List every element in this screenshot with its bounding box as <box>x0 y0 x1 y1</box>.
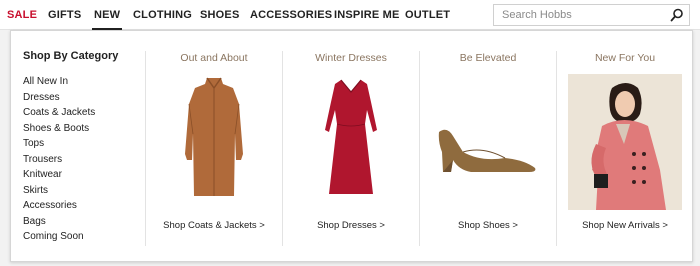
search-input[interactable] <box>494 5 664 25</box>
category-link[interactable]: Bags <box>23 214 143 230</box>
nav-new[interactable]: NEW <box>91 9 123 30</box>
category-link[interactable]: Dresses <box>23 90 143 106</box>
category-list: All New In Dresses Coats & Jackets Shoes… <box>23 74 143 245</box>
nav-shoes[interactable]: SHOES <box>200 9 240 21</box>
promo-title: Out and About <box>180 52 248 64</box>
nav-gifts[interactable]: GIFTS <box>48 9 81 21</box>
camel-coat-image[interactable] <box>179 74 249 209</box>
promo-title: Winter Dresses <box>315 52 387 64</box>
nav-outlet[interactable]: OUTLET <box>405 9 450 21</box>
category-link[interactable]: Skirts <box>23 183 143 199</box>
category-link[interactable]: All New In <box>23 74 143 90</box>
promo-new-for-you[interactable]: New For You Shop New Arrivals > <box>557 31 693 261</box>
nav-clothing[interactable]: CLOTHING <box>133 9 192 21</box>
promo-title: New For You <box>594 52 656 64</box>
promo-title: Be Elevated <box>459 52 517 64</box>
category-link[interactable]: Shoes & Boots <box>23 121 143 137</box>
red-dress-image[interactable] <box>319 74 383 209</box>
category-heading: Shop By Category <box>23 50 119 62</box>
category-link[interactable]: Accessories <box>23 198 143 214</box>
promo-link-coats[interactable]: Shop Coats & Jackets > <box>146 220 282 231</box>
search-icon[interactable] <box>670 8 684 22</box>
category-link[interactable]: Tops <box>23 136 143 152</box>
promo-be-elevated[interactable]: Be Elevated Shop Shoes > <box>420 31 556 261</box>
top-navigation: SALE GIFTS NEW CLOTHING SHOES ACCESSORIE… <box>0 0 700 30</box>
promo-winter-dresses[interactable]: Winter Dresses Shop Dresses > <box>283 31 419 261</box>
promo-out-and-about[interactable]: Out and About Shop Coats & Jackets > <box>146 31 282 261</box>
promo-link-new-arrivals[interactable]: Shop New Arrivals > <box>557 220 693 231</box>
category-link[interactable]: Trousers <box>23 152 143 168</box>
promo-link-dresses[interactable]: Shop Dresses > <box>283 220 419 231</box>
category-link[interactable]: Coming Soon <box>23 229 143 245</box>
nav-sale[interactable]: SALE <box>7 9 37 21</box>
category-column: Shop By Category All New In Dresses Coat… <box>23 50 143 245</box>
category-link[interactable]: Coats & Jackets <box>23 105 143 121</box>
promo-link-shoes[interactable]: Shop Shoes > <box>420 220 556 231</box>
nav-accessories[interactable]: ACCESSORIES <box>250 9 332 21</box>
search-box <box>493 4 690 26</box>
model-pink-coat-image[interactable] <box>568 74 682 215</box>
tan-suede-heel-image[interactable] <box>433 74 543 209</box>
category-link[interactable]: Knitwear <box>23 167 143 183</box>
mega-menu-panel: Shop By Category All New In Dresses Coat… <box>10 30 693 262</box>
nav-inspire-me[interactable]: INSPIRE ME <box>334 9 400 21</box>
